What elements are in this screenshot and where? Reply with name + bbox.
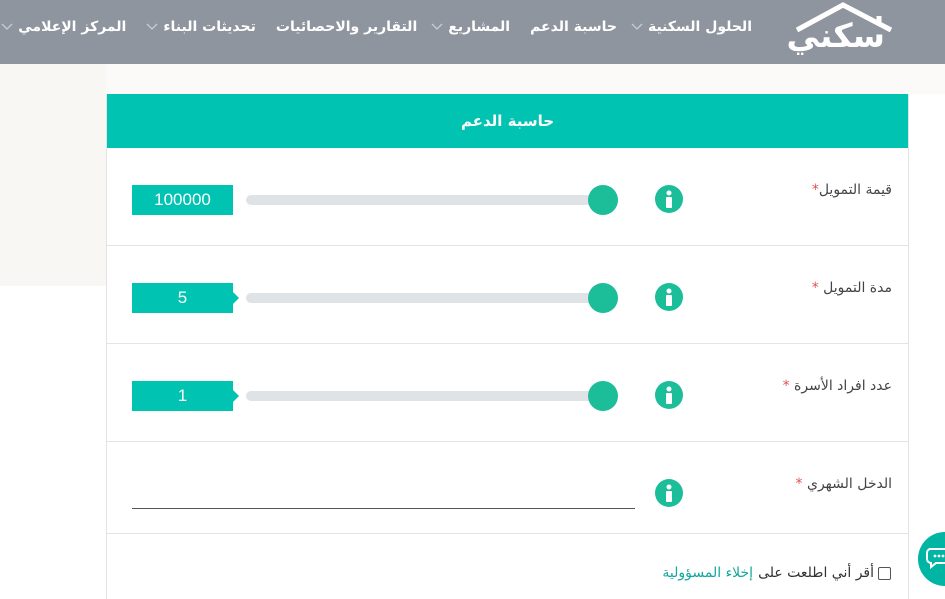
card-title: حاسبة الدعم bbox=[107, 94, 908, 148]
financing-duration-label: مدة التمويل * bbox=[811, 280, 892, 296]
family-members-slider[interactable] bbox=[246, 381, 618, 411]
family-members-value[interactable]: 1 bbox=[132, 381, 239, 411]
chat-button[interactable] bbox=[918, 532, 945, 586]
nav-item-label: التقارير والاحصائيات bbox=[275, 19, 418, 35]
chat-icon bbox=[926, 548, 945, 570]
financing-amount-slider[interactable] bbox=[246, 185, 618, 215]
family-members-label: عدد افراد الأسرة * bbox=[782, 378, 892, 394]
family-members-row: عدد افراد الأسرة * 1 bbox=[107, 344, 908, 442]
info-icon[interactable] bbox=[655, 283, 683, 311]
info-icon[interactable] bbox=[655, 381, 683, 409]
nav-item-housing-solutions[interactable]: الحلول السكنية bbox=[631, 19, 752, 35]
required-mark: * bbox=[795, 476, 803, 492]
financing-duration-row: مدة التمويل * 5 bbox=[107, 246, 908, 344]
nav-item-label: تحديثات البناء bbox=[163, 19, 256, 35]
consent-checkbox[interactable] bbox=[878, 566, 891, 580]
nav-item-label: حاسبة الدعم bbox=[530, 19, 617, 35]
nav-item-label: المشاريع bbox=[448, 19, 511, 35]
financing-amount-row: قيمة التمويل* 100000 bbox=[107, 148, 908, 246]
financing-amount-label: قيمة التمويل* bbox=[811, 182, 892, 198]
required-mark: * bbox=[811, 182, 819, 198]
slider-thumb[interactable] bbox=[588, 185, 618, 215]
nav-item-subsidy-calculator[interactable]: حاسبة الدعم bbox=[530, 19, 617, 35]
sakani-logo[interactable]: سكني bbox=[769, 2, 893, 60]
disclaimer-link[interactable]: إخلاء المسؤولية bbox=[662, 565, 753, 581]
chevron-down-icon bbox=[1, 23, 13, 31]
info-icon[interactable] bbox=[655, 185, 683, 213]
consent-text: أقر أني اطلعت على bbox=[758, 565, 874, 581]
chevron-down-icon bbox=[431, 23, 443, 31]
top-navbar: سكني الحلول السكنية حاسبة الدعم المشاريع… bbox=[0, 0, 945, 64]
disclaimer-consent: أقر أني اطلعت على إخلاء المسؤولية bbox=[662, 565, 891, 581]
required-mark: * bbox=[782, 378, 790, 394]
nav-item-media-center[interactable]: المركز الإعلامي bbox=[1, 19, 126, 35]
monthly-income-input[interactable] bbox=[132, 479, 635, 509]
info-icon[interactable] bbox=[655, 479, 683, 507]
subsidy-calculator-card: حاسبة الدعم قيمة التمويل* 100000 مدة الت… bbox=[106, 94, 909, 599]
monthly-income-label: الدخل الشهري * bbox=[795, 476, 892, 492]
nav-item-reports-statistics[interactable]: التقارير والاحصائيات bbox=[276, 19, 417, 35]
nav-item-label: المركز الإعلامي bbox=[18, 19, 127, 35]
slider-thumb[interactable] bbox=[588, 381, 618, 411]
logo-text: سكني bbox=[786, 16, 886, 55]
nav-item-label: الحلول السكنية bbox=[647, 19, 752, 35]
monthly-income-row: الدخل الشهري * bbox=[107, 442, 908, 534]
required-mark: * bbox=[811, 280, 819, 296]
financing-duration-slider[interactable] bbox=[246, 283, 618, 313]
background-pattern bbox=[0, 64, 106, 286]
chevron-down-icon bbox=[631, 23, 643, 31]
nav-item-construction-updates[interactable]: تحديثات البناء bbox=[146, 19, 256, 35]
chevron-down-icon bbox=[146, 23, 158, 31]
nav-item-projects[interactable]: المشاريع bbox=[431, 19, 510, 35]
financing-amount-value[interactable]: 100000 bbox=[132, 185, 233, 215]
slider-thumb[interactable] bbox=[588, 283, 618, 313]
background-strip bbox=[106, 64, 945, 94]
financing-duration-value[interactable]: 5 bbox=[132, 283, 239, 313]
main-nav: الحلول السكنية حاسبة الدعم المشاريع التق… bbox=[0, 16, 752, 38]
